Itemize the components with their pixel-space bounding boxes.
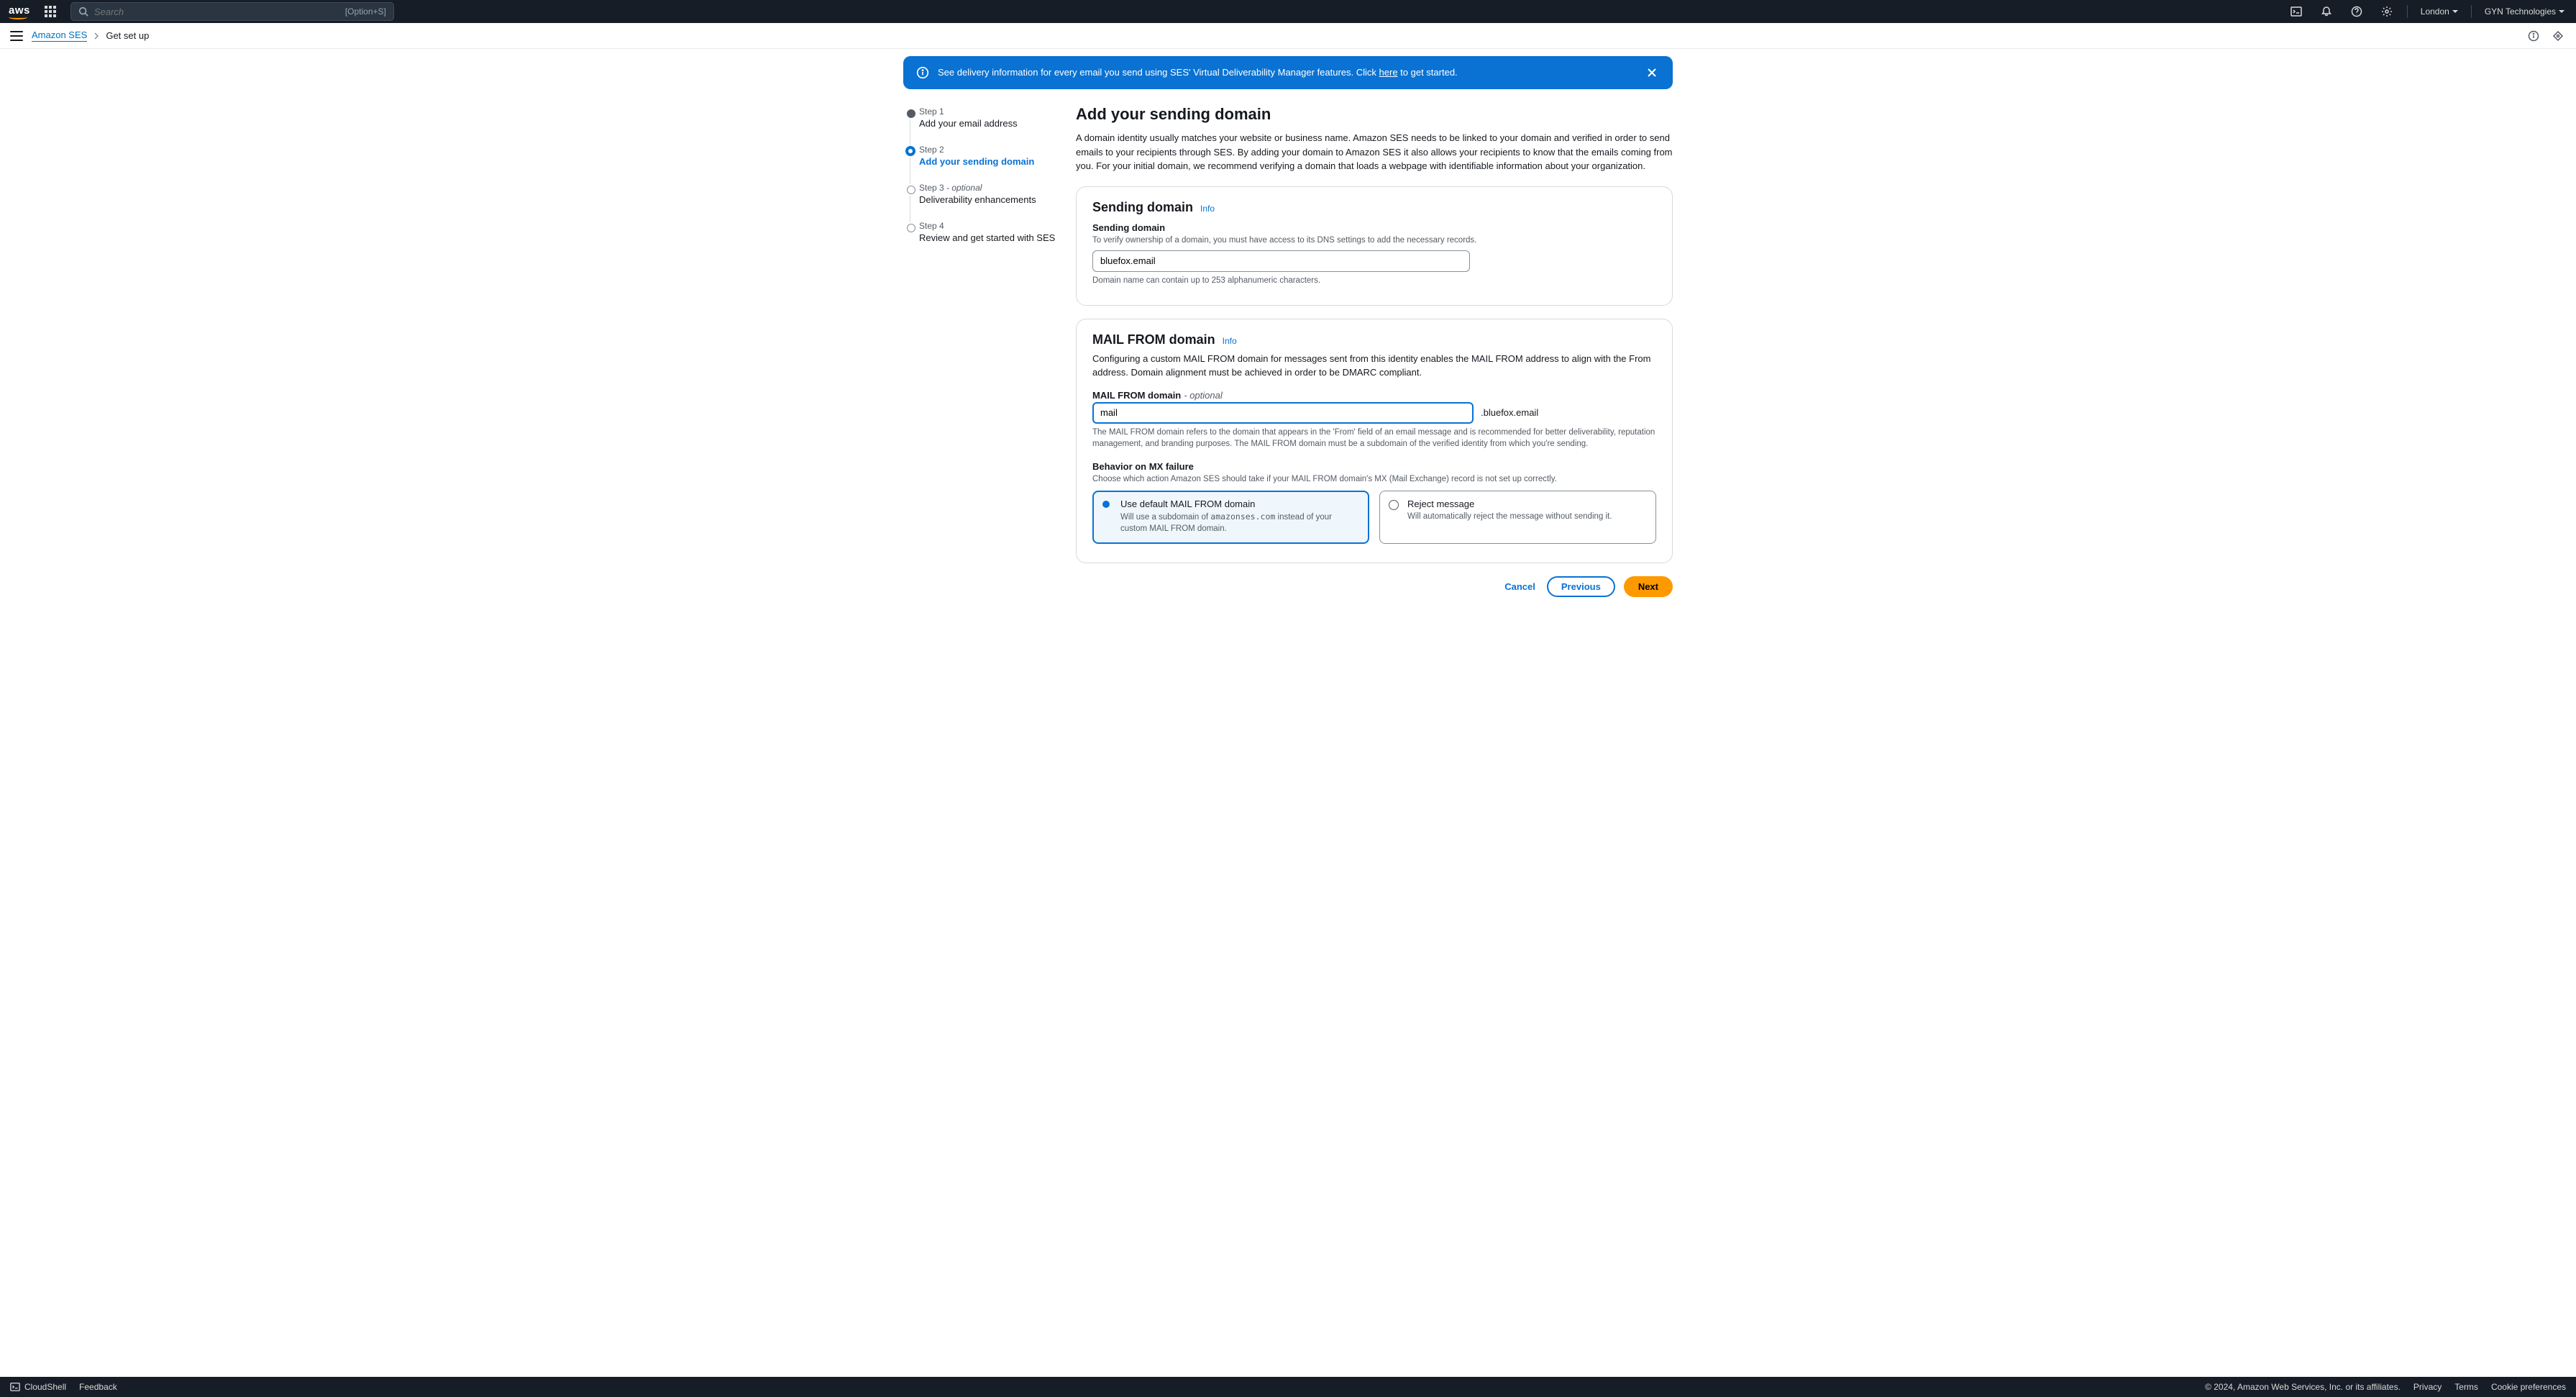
caret-down-icon xyxy=(2452,10,2458,13)
banner-text: See delivery information for every email… xyxy=(938,66,1635,79)
wizard-actions: Cancel Previous Next xyxy=(1076,576,1673,597)
wizard-content: Add your sending domain A domain identit… xyxy=(1076,105,1673,597)
info-link[interactable]: Info xyxy=(1223,336,1237,346)
mailfrom-label: MAIL FROM domain - optional xyxy=(1092,390,1656,401)
global-nav: aws [Option+S] London GYN Technologies xyxy=(0,0,2576,23)
sending-domain-label: Sending domain xyxy=(1092,222,1656,233)
services-grid-icon[interactable] xyxy=(40,1,60,22)
mailfrom-suffix: .bluefox.email xyxy=(1481,407,1538,418)
global-footer: CloudShell Feedback © 2024, Amazon Web S… xyxy=(0,1377,2576,1397)
global-search[interactable]: [Option+S] xyxy=(70,2,394,21)
mx-option-reject[interactable]: Reject message Will automatically reject… xyxy=(1379,491,1656,544)
page-title: Add your sending domain xyxy=(1076,105,1673,124)
info-icon xyxy=(916,66,929,79)
info-banner: See delivery information for every email… xyxy=(903,56,1673,89)
breadcrumb-root[interactable]: Amazon SES xyxy=(32,29,87,42)
next-button[interactable]: Next xyxy=(1624,576,1673,597)
mx-option-default[interactable]: Use default MAIL FROM domain Will use a … xyxy=(1092,491,1369,544)
sending-domain-input[interactable] xyxy=(1092,250,1470,272)
cookies-link[interactable]: Cookie preferences xyxy=(2491,1382,2566,1392)
mailfrom-input[interactable] xyxy=(1092,402,1474,424)
previous-button[interactable]: Previous xyxy=(1547,576,1615,597)
panel-title: MAIL FROM domain xyxy=(1092,332,1215,347)
account-selector[interactable]: GYN Technologies xyxy=(2482,6,2567,17)
mailfrom-panel: MAIL FROM domain Info Configuring a cust… xyxy=(1076,319,1673,563)
search-shortcut: [Option+S] xyxy=(345,6,386,17)
cloudshell-icon[interactable] xyxy=(2286,1,2306,22)
sending-domain-panel: Sending domain Info Sending domain To ve… xyxy=(1076,186,1673,306)
caret-down-icon xyxy=(2559,10,2564,13)
banner-close[interactable] xyxy=(1644,65,1660,81)
search-icon xyxy=(78,6,88,17)
notifications-icon[interactable] xyxy=(2316,1,2337,22)
banner-link[interactable]: here xyxy=(1379,67,1398,78)
close-icon xyxy=(1647,68,1657,78)
cloudshell-link[interactable]: CloudShell xyxy=(10,1382,66,1392)
side-nav-toggle[interactable] xyxy=(10,31,23,41)
wizard-step-3[interactable]: Step 3 - optional Deliverability enhance… xyxy=(903,183,1061,205)
chevron-right-icon xyxy=(93,32,100,40)
radio-icon xyxy=(1389,500,1399,510)
terms-link[interactable]: Terms xyxy=(2454,1382,2478,1392)
radio-icon xyxy=(1102,501,1110,508)
copyright: © 2024, Amazon Web Services, Inc. or its… xyxy=(2205,1382,2401,1392)
help-icon[interactable] xyxy=(2347,1,2367,22)
cancel-button[interactable]: Cancel xyxy=(1502,577,1538,596)
info-link[interactable]: Info xyxy=(1200,204,1215,214)
wizard-step-1[interactable]: Step 1 Add your email address xyxy=(903,106,1061,129)
service-subheader: Amazon SES Get set up xyxy=(0,23,2576,49)
feedback-link[interactable]: Feedback xyxy=(79,1382,117,1392)
wizard-nav: Step 1 Add your email address Step 2 Add… xyxy=(903,105,1061,259)
cloudshell-icon xyxy=(10,1382,20,1392)
breadcrumb: Amazon SES Get set up xyxy=(32,29,149,42)
panel-title: Sending domain xyxy=(1092,200,1193,215)
sending-domain-hint: Domain name can contain up to 253 alphan… xyxy=(1092,275,1656,286)
sending-domain-sublabel: To verify ownership of a domain, you mus… xyxy=(1092,235,1656,246)
mx-behavior-sublabel: Choose which action Amazon SES should ta… xyxy=(1092,473,1656,485)
settings-icon[interactable] xyxy=(2377,1,2397,22)
search-input[interactable] xyxy=(94,6,339,17)
mailfrom-description: Configuring a custom MAIL FROM domain fo… xyxy=(1092,352,1656,380)
aws-logo[interactable]: aws xyxy=(9,4,30,19)
privacy-link[interactable]: Privacy xyxy=(2413,1382,2442,1392)
breadcrumb-current: Get set up xyxy=(106,30,149,41)
help-panel-icon[interactable] xyxy=(2526,28,2541,44)
page-description: A domain identity usually matches your w… xyxy=(1076,131,1673,173)
wizard-step-2[interactable]: Step 2 Add your sending domain xyxy=(903,145,1061,167)
tutorials-icon[interactable] xyxy=(2550,28,2566,44)
mx-behavior-label: Behavior on MX failure xyxy=(1092,461,1656,472)
page-body: See delivery information for every email… xyxy=(0,49,2576,1377)
mailfrom-hint: The MAIL FROM domain refers to the domai… xyxy=(1092,427,1656,450)
region-selector[interactable]: London xyxy=(2418,6,2461,17)
wizard-step-4[interactable]: Step 4 Review and get started with SES xyxy=(903,221,1061,243)
